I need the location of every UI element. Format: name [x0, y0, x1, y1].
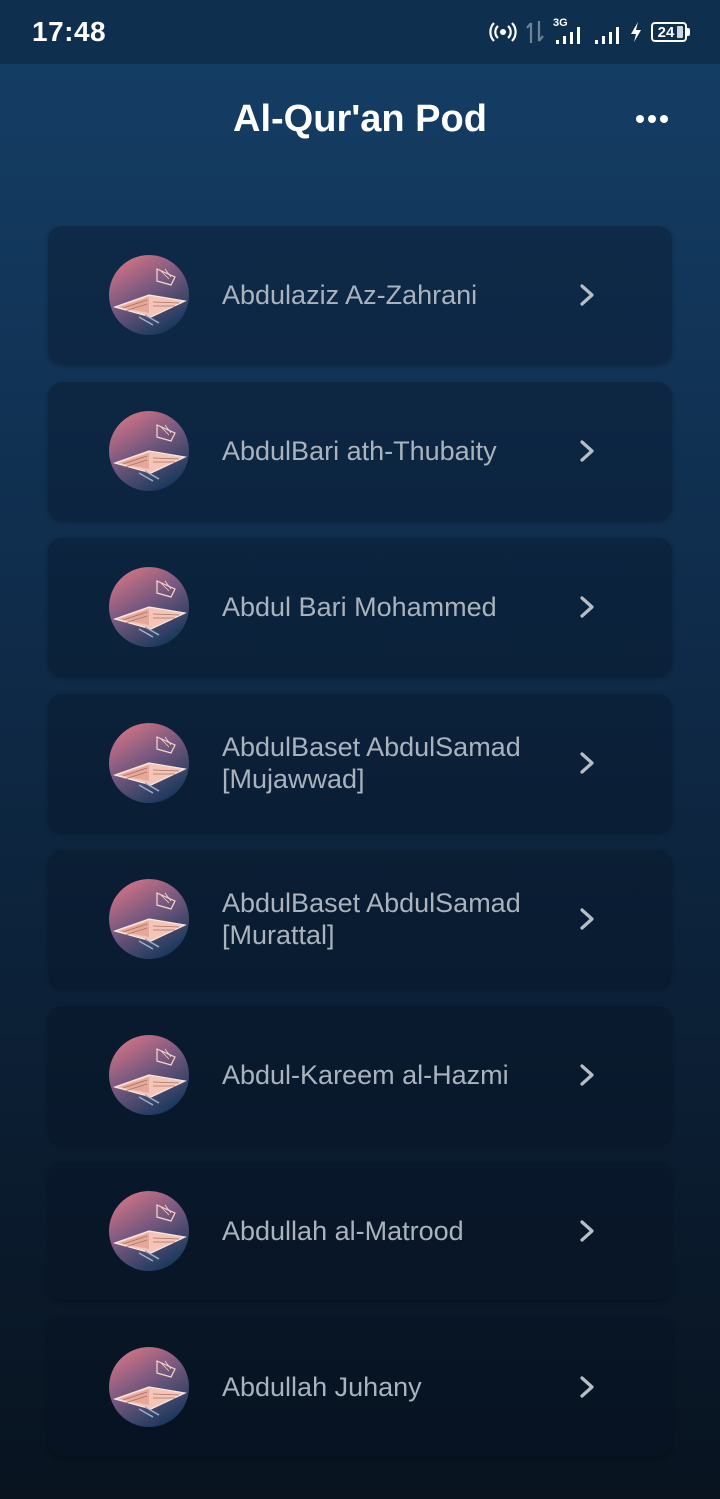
chevron-right-icon [580, 908, 594, 930]
status-icons: 3G 24 [489, 17, 690, 46]
hotspot-icon [489, 20, 517, 44]
reciter-avatar [109, 255, 189, 335]
status-time: 17:48 [32, 16, 107, 47]
reciter-name: Abdullah al-Matrood [222, 1216, 464, 1246]
reciter-avatar [109, 567, 189, 647]
chevron-right-icon [580, 1376, 594, 1398]
reciter-card[interactable]: Abdullah Juhany [48, 1318, 672, 1456]
status-bar: 17:48 3G 24 [0, 0, 720, 64]
reciter-name: Abdul Bari Mohammed [222, 592, 497, 622]
reciter-name: Abdul-Kareem al-Hazmi [222, 1060, 509, 1090]
chevron-right-icon [580, 1220, 594, 1242]
reciter-card[interactable]: AbdulBaset AbdulSamad [Mujawwad] [48, 694, 672, 832]
reciter-name: Abdullah Juhany [222, 1372, 422, 1402]
reciter-card[interactable]: Abdul Bari Mohammed [48, 538, 672, 676]
reciter-card[interactable]: Abdul-Kareem al-Hazmi [48, 1006, 672, 1144]
data-transfer-icon [525, 19, 545, 45]
chevron-right-icon [580, 440, 594, 462]
reciter-avatar [109, 411, 189, 491]
reciter-avatar [109, 723, 189, 803]
reciter-name: Abdulaziz Az-Zahrani [222, 280, 478, 310]
charging-icon [629, 20, 643, 44]
chevron-right-icon [580, 596, 594, 618]
reciter-card[interactable]: AbdulBari ath-Thubaity [48, 382, 672, 520]
reciter-name: AbdulBaset AbdulSamad [Mujawwad] [222, 732, 521, 794]
reciter-avatar [109, 879, 189, 959]
battery-icon: 24 [651, 22, 690, 42]
battery-level: 24 [657, 23, 675, 41]
reciter-card[interactable]: AbdulBaset AbdulSamad [Murattal] [48, 850, 672, 988]
chevron-right-icon [580, 752, 594, 774]
reciter-name: AbdulBaset AbdulSamad [Murattal] [222, 888, 521, 950]
reciter-card[interactable]: Abdullah al-Matrood [48, 1162, 672, 1300]
signal-icon [593, 18, 621, 46]
page-title: Al-Qur'an Pod [233, 98, 487, 140]
reciter-avatar [109, 1191, 189, 1271]
reciter-card[interactable]: Abdulaziz Az-Zahrani [48, 226, 672, 364]
app-header: Al-Qur'an Pod [0, 64, 720, 178]
chevron-right-icon [580, 284, 594, 306]
more-horizontal-icon [636, 115, 668, 123]
chevron-right-icon [580, 1064, 594, 1086]
signal-3g-icon: 3G [553, 17, 585, 46]
more-options-button[interactable] [630, 104, 674, 134]
reciter-name: AbdulBari ath-Thubaity [222, 436, 497, 466]
reciter-list: Abdulaziz Az-Zahrani AbdulBari ath-Thuba… [48, 226, 672, 1474]
reciter-avatar [109, 1347, 189, 1427]
reciter-avatar [109, 1035, 189, 1115]
